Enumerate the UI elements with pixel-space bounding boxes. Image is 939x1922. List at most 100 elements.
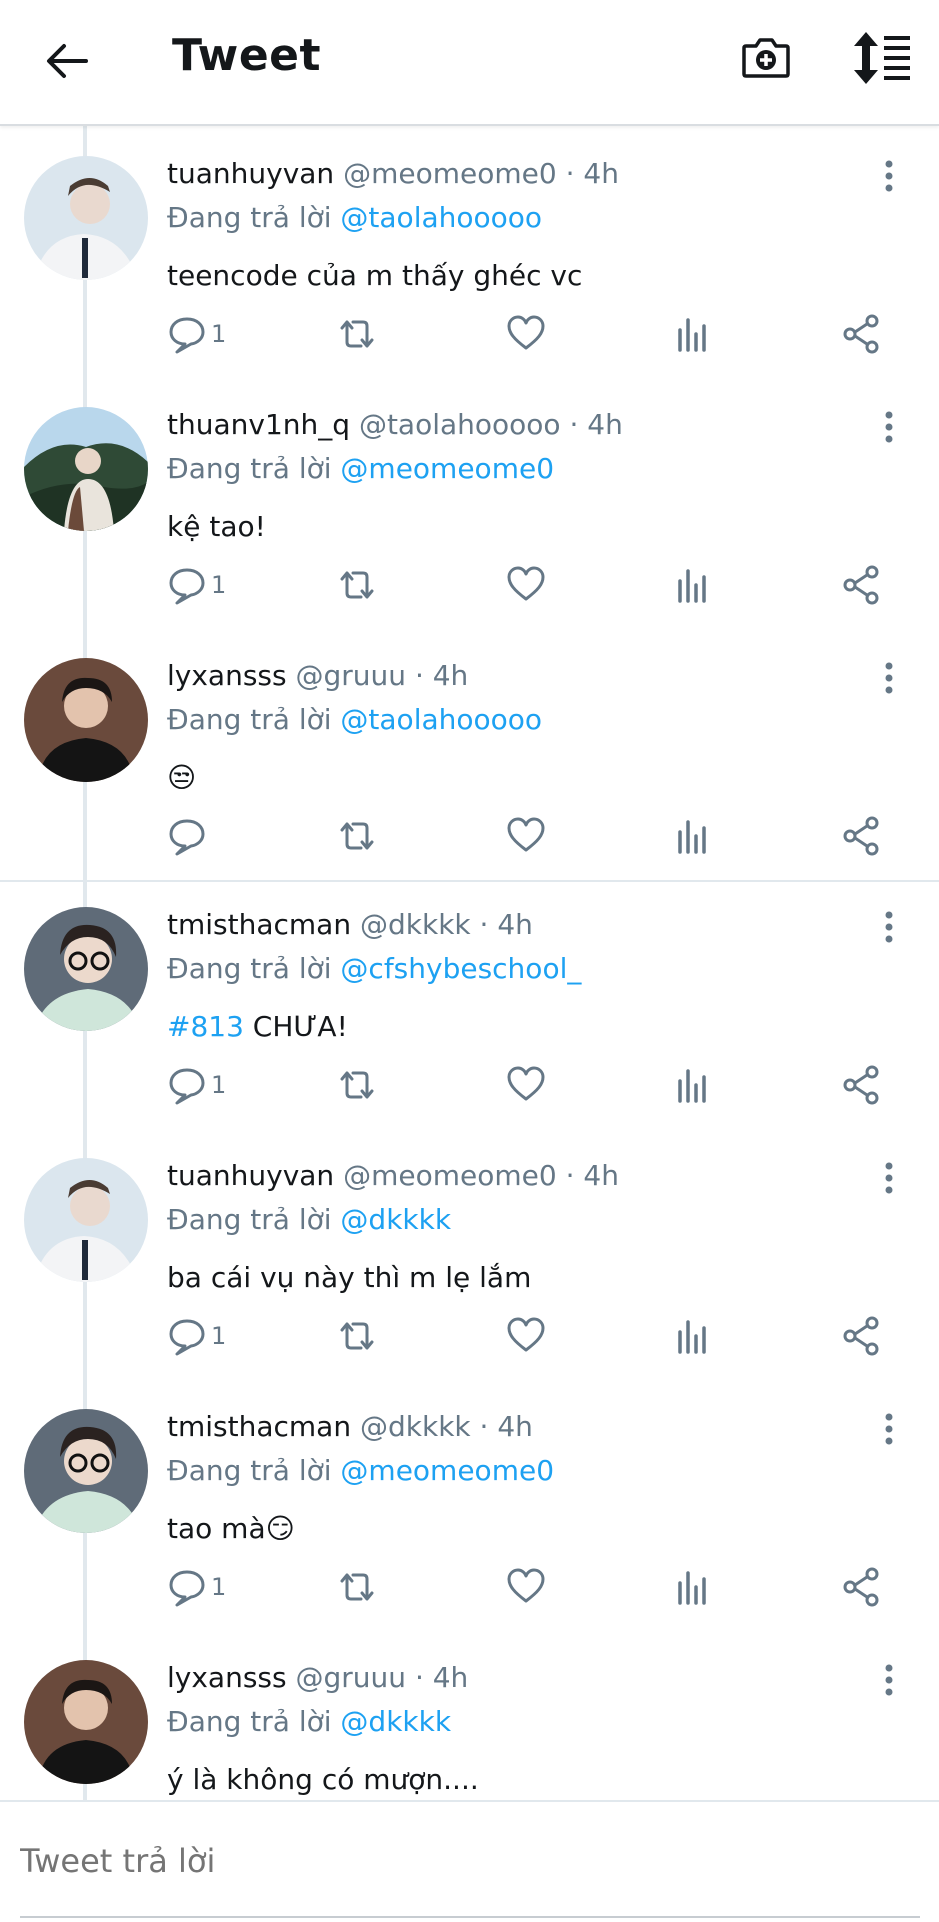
more-options-icon[interactable] <box>874 1662 904 1702</box>
like-button[interactable] <box>506 314 546 358</box>
tweet-item[interactable]: lyxansss @gruuu · 4h Đang trả lời @dkkkk… <box>0 1630 939 1800</box>
avatar[interactable] <box>24 907 148 1031</box>
user-name[interactable]: thuanv1nh_q <box>167 408 350 441</box>
avatar[interactable] <box>24 1158 148 1282</box>
user-name[interactable]: lyxansss <box>167 659 287 692</box>
tweet-item[interactable]: tmisthacman @dkkkk · 4h Đang trả lời @me… <box>0 1379 939 1630</box>
reply-composer <box>0 1800 939 1922</box>
retweet-button[interactable] <box>336 314 378 358</box>
tweet-actions: 1 <box>0 565 939 609</box>
user-handle[interactable]: @taolahooooo <box>359 408 561 441</box>
analytics-button[interactable] <box>676 1065 710 1109</box>
analytics-icon <box>678 820 706 854</box>
analytics-icon <box>678 1320 706 1354</box>
more-options-icon[interactable] <box>874 1160 904 1200</box>
analytics-button[interactable] <box>676 816 710 860</box>
tweet-item[interactable]: tuanhuyvan @meomeome0 · 4h Đang trả lời … <box>0 1128 939 1379</box>
reply-count: 1 <box>211 571 227 599</box>
tweet-item[interactable]: tmisthacman @dkkkk · 4h Đang trả lời @cf… <box>0 877 939 1128</box>
retweet-button[interactable] <box>336 1316 378 1360</box>
reply-icon <box>169 1319 205 1356</box>
retweet-button[interactable] <box>336 565 378 609</box>
tweet-item[interactable]: lyxansss @gruuu · 4h Đang trả lời @taola… <box>0 628 939 879</box>
user-name[interactable]: tuanhuyvan <box>167 157 334 190</box>
user-name[interactable]: tmisthacman <box>167 908 351 941</box>
user-handle[interactable]: @meomeome0 <box>343 157 557 190</box>
share-button[interactable] <box>842 1065 882 1109</box>
tweet-item[interactable]: tuanhuyvan @meomeome0 · 4h Đang trả lời … <box>0 126 939 377</box>
like-button[interactable] <box>506 1316 546 1360</box>
user-handle[interactable]: @dkkkk <box>360 1410 471 1443</box>
user-name[interactable]: lyxansss <box>167 1661 287 1694</box>
camera-add-icon[interactable] <box>740 32 792 84</box>
back-arrow-icon[interactable] <box>42 36 92 86</box>
hashtag-link[interactable]: #813 <box>167 1010 244 1043</box>
user-name[interactable]: tuanhuyvan <box>167 1159 334 1192</box>
reply-mention-link[interactable]: @dkkkk <box>340 1203 451 1236</box>
reply-mention-link[interactable]: @meomeome0 <box>340 452 554 485</box>
avatar[interactable] <box>24 156 148 280</box>
user-name[interactable]: tmisthacman <box>167 1410 351 1443</box>
share-button[interactable] <box>842 1567 882 1611</box>
reply-input[interactable] <box>20 1836 900 1886</box>
more-options-icon[interactable] <box>874 909 904 949</box>
share-icon <box>843 816 879 856</box>
reply-button[interactable]: 1 <box>167 565 226 609</box>
reply-button[interactable]: 1 <box>167 1567 226 1611</box>
avatar[interactable] <box>24 1409 148 1533</box>
retweet-button[interactable] <box>336 816 378 860</box>
more-options-icon[interactable] <box>874 158 904 198</box>
analytics-button[interactable] <box>676 1316 710 1360</box>
replying-prefix: Đang trả lời <box>167 952 332 985</box>
reply-button[interactable]: 1 <box>167 314 226 358</box>
reply-mention-link[interactable]: @meomeome0 <box>340 1454 554 1487</box>
more-options-icon[interactable] <box>874 409 904 449</box>
sort-icon[interactable] <box>850 30 914 86</box>
tweet-time: · 4h <box>565 157 619 190</box>
share-button[interactable] <box>842 1316 882 1360</box>
like-button[interactable] <box>506 565 546 609</box>
like-button[interactable] <box>506 1065 546 1109</box>
tweet-time: · 4h <box>414 1661 469 1694</box>
reply-button[interactable]: 1 <box>167 1065 226 1109</box>
tweet-meta: tuanhuyvan @meomeome0 · 4h <box>167 1158 619 1194</box>
user-handle[interactable]: @gruuu <box>296 1661 407 1694</box>
heart-icon <box>507 1568 545 1603</box>
retweet-icon <box>340 822 374 850</box>
reply-mention-link[interactable]: @dkkkk <box>340 1705 451 1738</box>
tweet-meta: tuanhuyvan @meomeome0 · 4h <box>167 156 619 192</box>
user-handle[interactable]: @meomeome0 <box>343 1159 557 1192</box>
like-button[interactable] <box>506 1567 546 1611</box>
reply-button[interactable]: 1 <box>167 1316 226 1360</box>
avatar[interactable] <box>24 1660 148 1784</box>
retweet-button[interactable] <box>336 1065 378 1109</box>
analytics-button[interactable] <box>676 314 710 358</box>
retweet-icon <box>340 571 374 599</box>
share-icon <box>843 565 879 605</box>
reply-mention-link[interactable]: @cfshybeschool_ <box>340 952 581 985</box>
more-options-icon[interactable] <box>874 1411 904 1451</box>
analytics-icon <box>678 1571 706 1605</box>
retweet-button[interactable] <box>336 1567 378 1611</box>
tweet-item[interactable]: thuanv1nh_q @taolahooooo · 4h Đang trả l… <box>0 377 939 628</box>
reply-button[interactable] <box>167 816 207 860</box>
user-handle[interactable]: @gruuu <box>296 659 407 692</box>
reply-mention-link[interactable]: @taolahooooo <box>340 201 542 234</box>
replying-to: Đang trả lời @taolahooooo <box>167 200 542 236</box>
share-button[interactable] <box>842 816 882 860</box>
user-handle[interactable]: @dkkkk <box>360 908 471 941</box>
retweet-icon <box>340 1573 374 1601</box>
share-button[interactable] <box>842 565 882 609</box>
like-button[interactable] <box>506 816 546 860</box>
reply-mention-link[interactable]: @taolahooooo <box>340 703 542 736</box>
share-button[interactable] <box>842 314 882 358</box>
analytics-button[interactable] <box>676 565 710 609</box>
avatar[interactable] <box>24 407 148 531</box>
avatar[interactable] <box>24 658 148 782</box>
tweet-actions: 1 <box>0 314 939 358</box>
heart-icon <box>507 817 545 852</box>
reply-count: 1 <box>211 1071 227 1099</box>
analytics-button[interactable] <box>676 1567 710 1611</box>
more-options-icon[interactable] <box>874 660 904 700</box>
tweet-time: · 4h <box>569 408 623 441</box>
